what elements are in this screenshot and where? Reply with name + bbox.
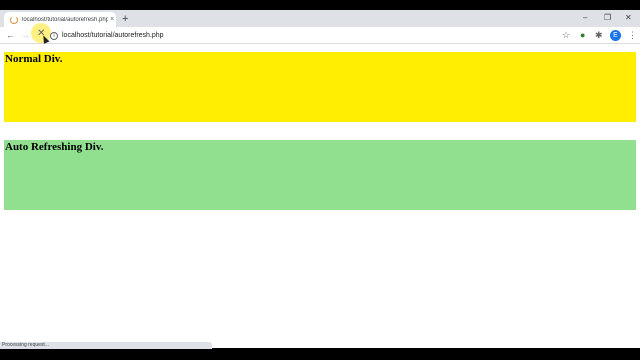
tab-strip: localhost/tutorial/autorefresh.php × + –… [0,10,640,27]
window-close-icon[interactable]: ✕ [625,13,632,23]
tab-close-icon[interactable]: × [110,16,114,23]
browser-menu-icon[interactable]: ⋮ [628,30,637,40]
site-info-icon[interactable]: i [50,31,58,40]
new-tab-icon[interactable]: + [122,13,128,25]
auto-refreshing-div: Auto Refreshing Div. [4,140,636,210]
normal-div-heading: Normal Div. [5,53,63,65]
page-content: Normal Div. Auto Refreshing Div. [0,44,640,348]
back-arrow-icon[interactable]: ← [6,30,15,40]
url-text[interactable]: localhost/tutorial/autorefresh.php [62,32,164,39]
extension-icon[interactable]: ● [580,30,585,40]
maximize-icon[interactable]: ❐ [604,13,611,23]
minimize-icon[interactable]: – [583,13,587,23]
bookmark-star-icon[interactable]: ☆ [562,30,570,40]
loading-spinner-icon [10,15,18,24]
tab-title: localhost/tutorial/autorefresh.php [22,16,108,23]
profile-avatar[interactable]: E [610,30,621,41]
address-bar[interactable]: i localhost/tutorial/autorefresh.php [50,29,560,42]
forward-arrow-icon[interactable]: → [21,30,30,40]
normal-div: Normal Div. [4,52,636,122]
tab-autorefresh[interactable]: localhost/tutorial/autorefresh.php × [4,12,116,27]
puzzle-extensions-icon[interactable]: ✱ [595,30,603,40]
auto-div-heading: Auto Refreshing Div. [5,141,104,153]
status-bar: Processing request... [0,342,212,349]
